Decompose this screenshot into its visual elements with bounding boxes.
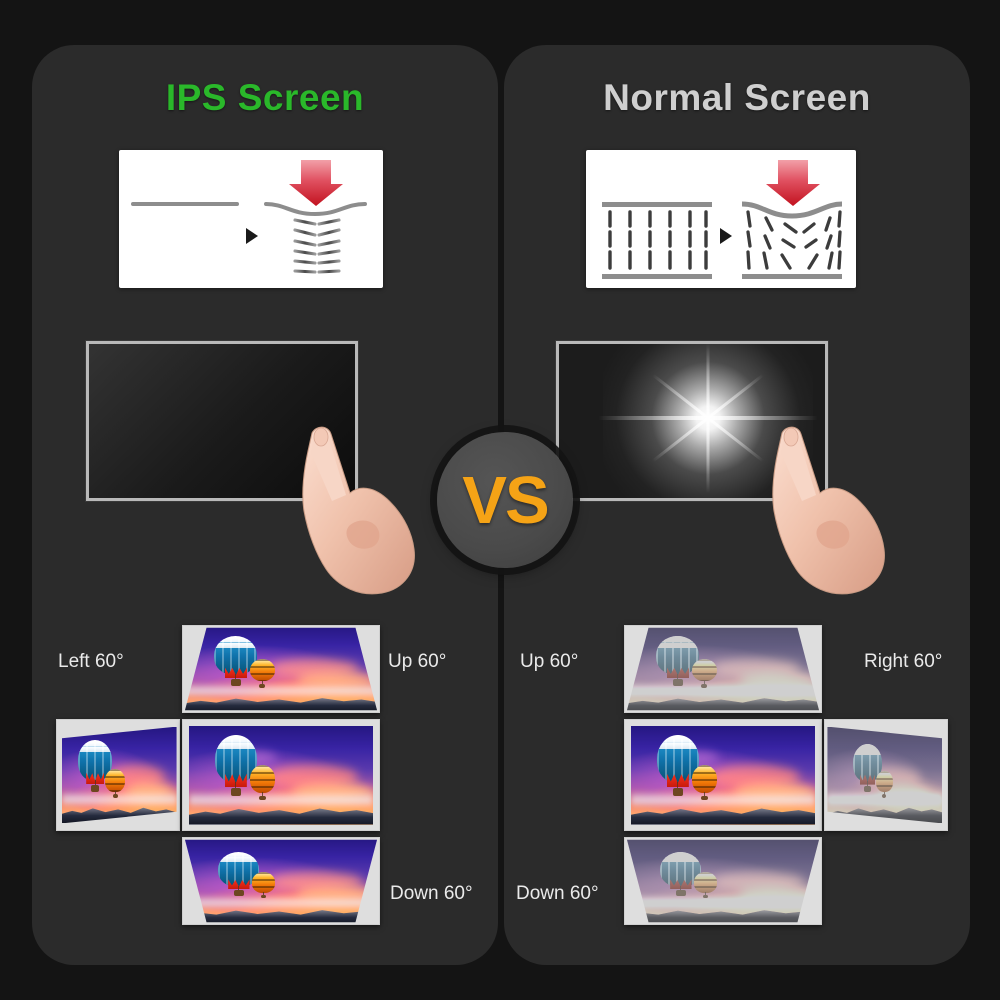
- vs-badge: VS: [437, 432, 573, 568]
- normal-crystal-diagram-svg: [602, 160, 843, 279]
- normal-transition-arrow-glyph: [720, 228, 732, 244]
- ips-crystal-diagram-svg: [131, 160, 367, 274]
- ips-thumb-down-60: [182, 837, 380, 925]
- normal-pointing-hand-icon: [724, 407, 914, 597]
- normal-thumb-up-60: [624, 625, 822, 713]
- panel-ips-screen: IPS Screen Left 60° Up 60° Down 60°: [32, 45, 498, 965]
- ips-crystal-diagram-card: [119, 150, 383, 288]
- ips-thumb-left-60: [56, 719, 180, 831]
- normal-label-down-60: Down 60°: [516, 883, 599, 904]
- normal-viewing-angle-grid: Up 60° Right 60° Down 60°: [504, 615, 970, 945]
- ips-transition-arrow-glyph: [246, 228, 258, 244]
- normal-crystal-diagram-card: [586, 150, 856, 288]
- ips-label-down-60: Down 60°: [390, 883, 473, 904]
- normal-thumb-down-60: [624, 837, 822, 925]
- ips-viewing-angle-grid: Left 60° Up 60° Down 60°: [32, 615, 498, 945]
- ips-pressure-arrow-icon: [289, 160, 343, 206]
- panel-title-ips: IPS Screen: [165, 77, 365, 118]
- ips-label-up-60: Up 60°: [388, 651, 447, 672]
- normal-pressure-test: [504, 341, 970, 596]
- panel-normal-screen: Normal Screen Up 60° Right 60° Down 60°: [504, 45, 970, 965]
- ips-thumb-up-60: [182, 625, 380, 713]
- vs-badge-label: VS: [462, 462, 549, 538]
- normal-label-right-60: Right 60°: [864, 651, 943, 672]
- panel-title-normal: Normal Screen: [603, 77, 871, 118]
- normal-pressure-arrow-icon: [766, 160, 820, 206]
- normal-thumb-center: [624, 719, 822, 831]
- ips-pressure-test: [32, 341, 498, 596]
- ips-pointing-hand-icon: [254, 407, 444, 597]
- normal-thumb-right-60: [824, 719, 948, 831]
- ips-thumb-center: [182, 719, 380, 831]
- ips-label-left-60: Left 60°: [58, 651, 124, 672]
- normal-label-up-60: Up 60°: [520, 651, 579, 672]
- infographic-canvas: IPS Screen Left 60° Up 60° Down 60° Norm…: [0, 0, 1000, 1000]
